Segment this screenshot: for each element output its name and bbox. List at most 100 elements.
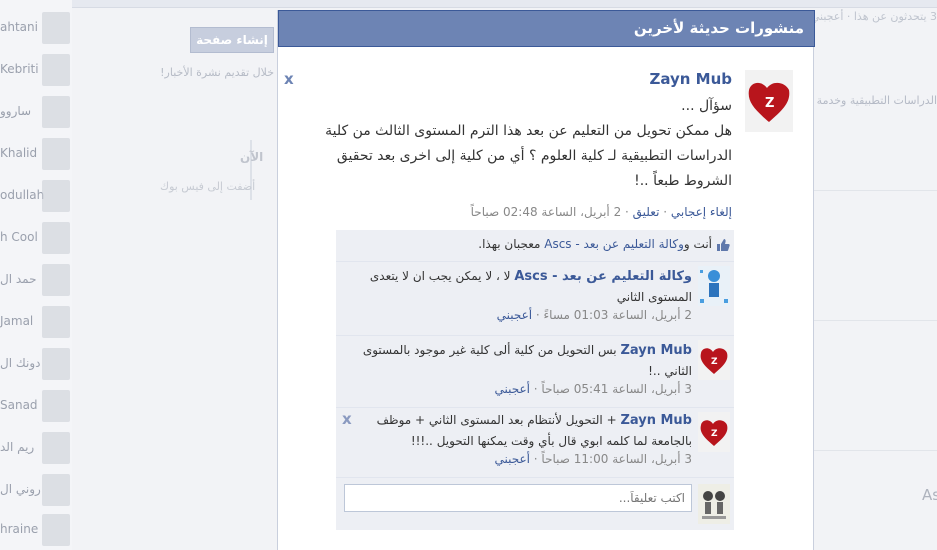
comment-like-link[interactable]: أعجبني — [494, 382, 529, 396]
likes-prefix: أنت و — [683, 237, 712, 251]
likes-text: أنت ووكالة التعليم عن بعد - Ascs معجبان … — [478, 237, 712, 251]
comment-body: Zayn Mub بس التحويل من كلية ألى كلية غير… — [352, 340, 692, 381]
background-text: خلال تقديم نشرة الأخبار! — [160, 66, 274, 79]
friend-item[interactable]: دونك ال — [0, 346, 72, 386]
meta-separator: · — [529, 452, 542, 466]
post-author-name[interactable]: Zayn Mub — [649, 70, 732, 88]
divider — [814, 190, 937, 191]
friend-item[interactable]: Jamal — [0, 304, 72, 344]
friend-item[interactable]: Khalid — [0, 136, 72, 176]
friend-name: روني ال — [0, 482, 41, 496]
friend-name: ريم الد — [0, 440, 35, 454]
friend-item[interactable]: ساروو — [0, 94, 72, 134]
friend-item[interactable]: odullah — [0, 178, 72, 218]
friend-item[interactable]: ahtani — [0, 10, 72, 50]
comment-item: x Z Zayn Mub + التحويل لأنتظام بعد المست… — [336, 408, 734, 478]
comment-like-link[interactable]: أعجبني — [497, 308, 532, 322]
comments-section: أنت ووكالة التعليم عن بعد - Ascs معجبان … — [336, 230, 734, 530]
likes-page-link[interactable]: وكالة التعليم عن بعد - Ascs — [544, 237, 684, 251]
friend-avatar — [42, 12, 70, 44]
comment-item: Z Zayn Mub بس التحويل من كلية ألى كلية غ… — [336, 336, 734, 408]
comment-author-link[interactable]: وكالة التعليم عن بعد - Ascs — [514, 269, 692, 284]
svg-text:Z: Z — [711, 357, 718, 367]
friend-avatar — [42, 138, 70, 170]
create-page-button[interactable]: إنشاء صفحة — [190, 27, 274, 53]
comment-like-link[interactable]: أعجبني — [494, 452, 529, 466]
divider — [814, 320, 937, 321]
background-right-column: 3 يتحدثون عن هذا · أعجبني الدراسات التطب… — [810, 10, 937, 550]
recent-posts-popup: منشورات حديثة لأخرين x Z Zayn Mub سؤآل .… — [277, 10, 815, 550]
unlike-link[interactable]: إلغاء إعجابي — [671, 205, 732, 219]
friend-name: Jamal — [0, 314, 34, 328]
friend-avatar — [42, 390, 70, 422]
comment-close-icon[interactable]: x — [342, 410, 352, 428]
background-now-label: الآن — [240, 150, 264, 164]
popup-header: منشورات حديثة لأخرين — [278, 10, 815, 47]
post-body: سؤآل ... هل ممكن تحويل من التعليم عن بعد… — [312, 94, 732, 194]
comment-meta: 3 أبريل، الساعة 05:41 صباحاً · أعجبني — [494, 382, 692, 396]
friend-name: ساروو — [0, 104, 32, 118]
post-timestamp[interactable]: 2 أبريل، الساعة 02:48 صباحاً — [471, 205, 622, 219]
meta-separator: · — [532, 308, 544, 322]
post-meta: إلغاء إعجابي · تعليق · 2 أبريل، الساعة 0… — [471, 205, 732, 219]
friend-avatar — [42, 180, 70, 212]
friend-avatar — [42, 96, 70, 128]
current-user-avatar[interactable] — [698, 484, 730, 524]
friend-item[interactable]: Sanad — [0, 388, 72, 428]
friend-avatar — [42, 264, 70, 296]
friend-avatar — [42, 474, 70, 506]
post-body-text: هل ممكن تحويل من التعليم عن بعد هذا التر… — [325, 123, 732, 189]
friend-name: حمد ال — [0, 272, 37, 286]
meta-separator: · — [621, 205, 633, 219]
comment-timestamp[interactable]: 3 أبريل، الساعة 05:41 صباحاً — [541, 382, 692, 396]
comment-avatar[interactable]: Z — [698, 340, 730, 380]
post-close-icon[interactable]: x — [284, 70, 294, 88]
friend-item[interactable]: ريم الد — [0, 430, 72, 470]
background-middle-column: إنشاء صفحة خلال تقديم نشرة الأخبار! الآن… — [140, 10, 276, 550]
comment-timestamp[interactable]: 3 أبريل، الساعة 11:00 صباحاً — [541, 452, 692, 466]
friend-name: ahtani — [0, 20, 38, 34]
friend-name: Sanad — [0, 398, 38, 412]
friend-name: Khalid — [0, 146, 38, 160]
top-bar — [72, 0, 937, 8]
friend-name: h Cool — [0, 230, 38, 244]
svg-text:Z: Z — [711, 429, 718, 439]
friend-item[interactable]: Kebriti — [0, 52, 72, 92]
friend-item[interactable]: حمد ال — [0, 262, 72, 302]
comment-link[interactable]: تعليق — [633, 205, 660, 219]
comment-author-link[interactable]: Zayn Mub — [620, 413, 692, 428]
friend-avatar — [42, 348, 70, 380]
comment-item: وكالة التعليم عن بعد - Ascs لا ، لا يمكن… — [336, 262, 734, 336]
background-added-text: أضفت إلى فيس بوك — [160, 180, 256, 193]
svg-text:Z: Z — [765, 96, 774, 111]
friend-avatar — [42, 54, 70, 86]
background-right-top: 3 يتحدثون عن هذا · أعجبني — [810, 10, 937, 23]
post-author-avatar[interactable]: Z — [745, 70, 793, 132]
popup-title: منشورات حديثة لأخرين — [633, 19, 804, 37]
friend-avatar — [42, 222, 70, 254]
friend-avatar — [42, 306, 70, 338]
meta-separator: · — [659, 205, 671, 219]
heart-avatar-icon: Z — [698, 340, 730, 380]
friend-item[interactable]: hraine — [0, 512, 72, 550]
friend-item[interactable]: h Cool — [0, 220, 72, 260]
comment-input[interactable] — [344, 484, 692, 512]
user-avatar-icon — [698, 484, 730, 524]
friend-name: hraine — [0, 522, 39, 536]
comment-author-link[interactable]: Zayn Mub — [620, 343, 692, 358]
friends-sidebar: ahtani Kebriti ساروو Khalid odullah h Co… — [0, 0, 72, 550]
heart-avatar-icon: Z — [698, 412, 730, 452]
comment-avatar[interactable] — [698, 266, 730, 306]
divider — [814, 450, 937, 451]
write-comment-row — [336, 478, 734, 530]
friend-item[interactable]: روني ال — [0, 472, 72, 512]
page-avatar-icon — [698, 266, 730, 306]
comment-timestamp[interactable]: 2 أبريل، الساعة 01:03 مساءً — [544, 308, 692, 322]
background-right-line: الدراسات التطبيقية وخدمة المجت — [814, 94, 937, 107]
likes-row: أنت ووكالة التعليم عن بعد - Ascs معجبان … — [336, 230, 734, 262]
comment-avatar[interactable]: Z — [698, 412, 730, 452]
friend-name: دونك ال — [0, 356, 41, 370]
meta-separator: · — [529, 382, 542, 396]
likes-suffix: معجبان بهذا. — [478, 237, 545, 251]
comment-body: وكالة التعليم عن بعد - Ascs لا ، لا يمكن… — [352, 266, 692, 307]
